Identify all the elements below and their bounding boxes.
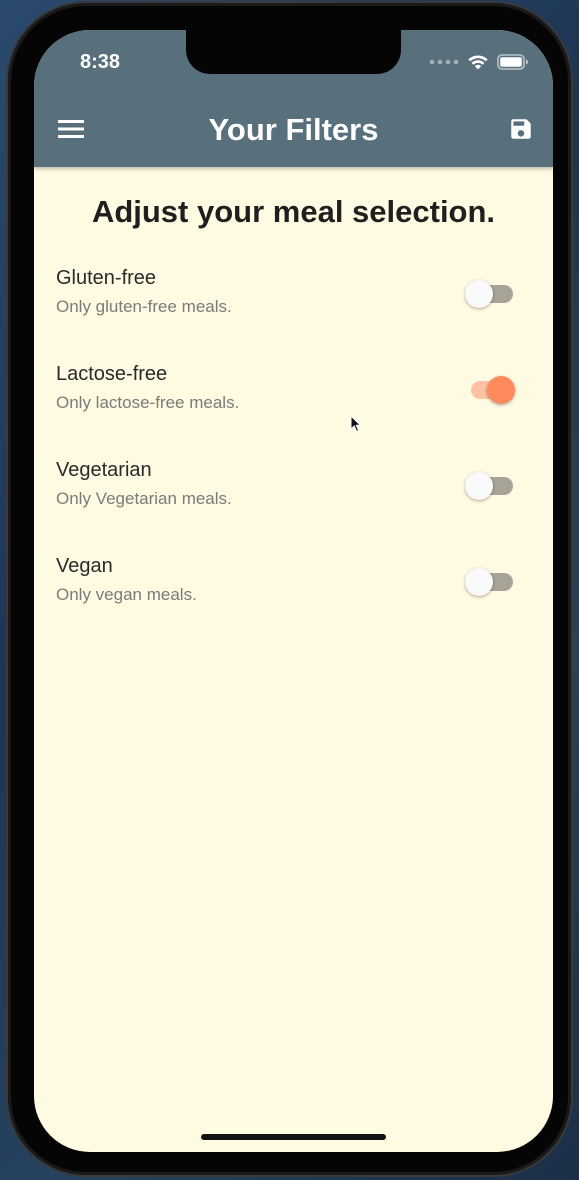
switch-thumb bbox=[465, 568, 493, 596]
page-heading: Adjust your meal selection. bbox=[91, 194, 496, 229]
filters-content: Adjust your meal selection. Gluten-free … bbox=[34, 167, 553, 651]
app-screen: 8:38 Your Filters Adjust your meal selec… bbox=[34, 30, 553, 1152]
filter-title: Gluten-free bbox=[56, 267, 157, 289]
vegetarian-switch[interactable] bbox=[465, 472, 515, 500]
filter-subtitle: Only lactose-free meals. bbox=[56, 393, 240, 412]
page-title: Your Filters bbox=[208, 112, 379, 147]
vegan-switch[interactable] bbox=[465, 568, 515, 596]
filter-item-lactose-free[interactable]: Lactose-free Only lactose-free meals. bbox=[34, 363, 553, 459]
filter-list: Gluten-free Only gluten-free meals. Lact… bbox=[34, 267, 553, 651]
wifi-icon bbox=[468, 55, 488, 70]
switch-thumb bbox=[487, 376, 515, 404]
lactose-free-switch[interactable] bbox=[465, 376, 515, 404]
home-indicator bbox=[201, 1134, 386, 1140]
app-bar: 8:38 Your Filters bbox=[34, 30, 553, 167]
status-icons bbox=[429, 54, 529, 70]
filter-subtitle: Only vegan meals. bbox=[56, 585, 197, 604]
signal-dots-icon bbox=[429, 59, 459, 65]
filter-subtitle: Only gluten-free meals. bbox=[56, 297, 232, 316]
mouse-cursor-icon bbox=[350, 415, 362, 433]
filter-item-vegan[interactable]: Vegan Only vegan meals. bbox=[34, 555, 553, 651]
save-icon[interactable] bbox=[508, 116, 534, 142]
filter-title: Vegan bbox=[56, 555, 113, 577]
status-time: 8:38 bbox=[80, 51, 121, 73]
filter-item-vegetarian[interactable]: Vegetarian Only Vegetarian meals. bbox=[34, 459, 553, 555]
gluten-free-switch[interactable] bbox=[465, 280, 515, 308]
notch bbox=[186, 30, 401, 74]
switch-thumb bbox=[465, 280, 493, 308]
switch-thumb bbox=[465, 472, 493, 500]
battery-icon bbox=[497, 54, 528, 70]
filter-title: Vegetarian bbox=[56, 459, 152, 481]
filter-subtitle: Only Vegetarian meals. bbox=[56, 489, 232, 508]
filter-item-gluten-free[interactable]: Gluten-free Only gluten-free meals. bbox=[34, 267, 553, 363]
filter-title: Lactose-free bbox=[56, 363, 168, 385]
